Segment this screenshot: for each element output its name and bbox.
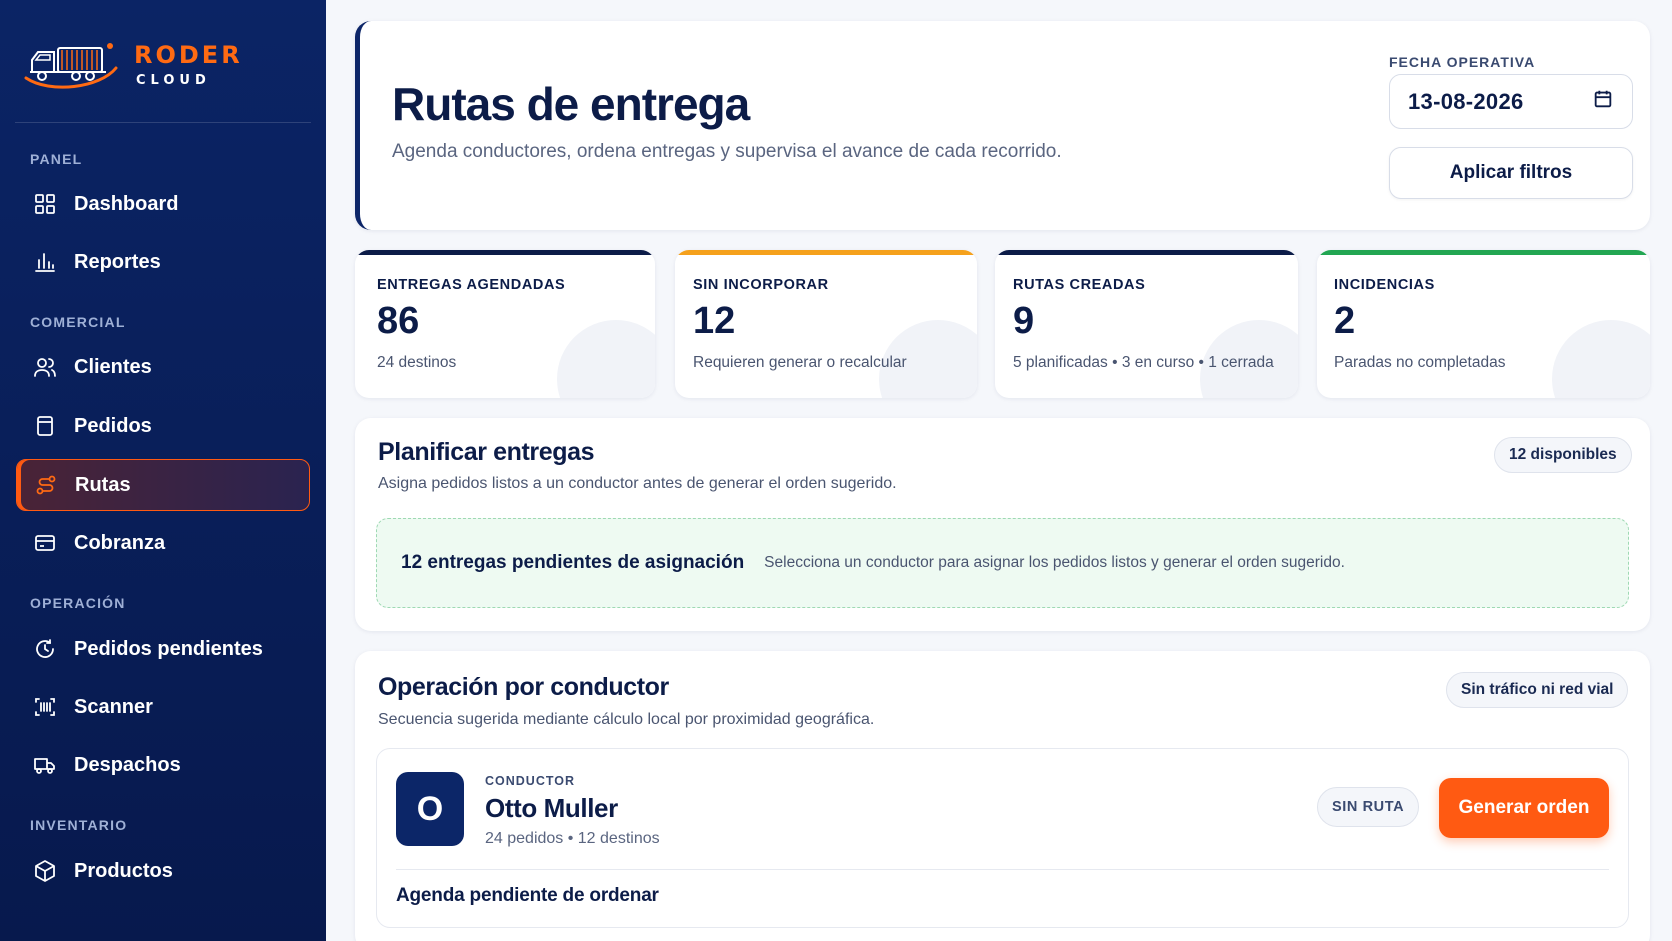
- stat-value: 9: [1013, 300, 1035, 342]
- bar-chart-icon: [32, 249, 58, 275]
- page-header: Rutas de entrega Agenda conductores, ord…: [355, 21, 1650, 230]
- brand-text: RODER CLOUD: [134, 41, 243, 88]
- sidebar-item-despachos[interactable]: Despachos: [16, 739, 310, 791]
- page-subtitle: Agenda conductores, ordena entregas y su…: [392, 141, 1062, 162]
- available-badge: 12 disponibles: [1494, 437, 1632, 473]
- driver-role: CONDUCTOR: [485, 774, 576, 788]
- plan-subtitle: Asigna pedidos listos a un conductor ant…: [378, 475, 897, 492]
- operation-title: Operación por conductor: [378, 673, 669, 701]
- clock-icon: [32, 636, 58, 662]
- brand-name: RODER: [134, 40, 243, 69]
- section-inventario: INVENTARIO: [30, 817, 128, 833]
- apply-filters-button[interactable]: Aplicar filtros: [1389, 147, 1633, 199]
- sidebar-item-rutas[interactable]: Rutas: [16, 459, 310, 511]
- brand-logo[interactable]: RODER CLOUD: [20, 38, 243, 90]
- sidebar: RODER CLOUD PANEL Dashboard Reportes COM…: [0, 0, 326, 941]
- section-panel: PANEL: [30, 151, 83, 167]
- pending-assignment-box: 12 entregas pendientes de asignación Sel…: [376, 518, 1629, 608]
- wallet-icon: [32, 530, 58, 556]
- agenda-title: Agenda pendiente de ordenar: [396, 885, 659, 906]
- sidebar-item-dashboard[interactable]: Dashboard: [16, 178, 310, 230]
- stat-sub: Requieren generar o recalcular: [693, 354, 907, 371]
- divider: [15, 122, 311, 123]
- box-icon: [32, 858, 58, 884]
- section-operacion: OPERACIÓN: [30, 595, 126, 611]
- sidebar-item-pedidos[interactable]: Pedidos: [16, 400, 310, 452]
- sidebar-item-label: Dashboard: [74, 192, 179, 215]
- date-value: 13-08-2026: [1408, 88, 1524, 114]
- sidebar-item-label: Scanner: [74, 695, 153, 718]
- plan-title: Planificar entregas: [378, 438, 595, 466]
- stat-label: INCIDENCIAS: [1334, 277, 1435, 293]
- sidebar-item-label: Pedidos pendientes: [74, 637, 263, 660]
- operation-subtitle: Secuencia sugerida mediante cálculo loca…: [378, 711, 875, 728]
- stat-card-entregas: ENTREGAS AGENDADAS 86 24 destinos: [355, 250, 655, 398]
- decorative-circle: [557, 320, 655, 398]
- operation-section: Operación por conductor Secuencia sugeri…: [355, 651, 1650, 941]
- stat-value: 12: [693, 300, 736, 342]
- stat-sub: 24 destinos: [377, 354, 457, 371]
- stat-topbar: [355, 250, 655, 255]
- pending-title: 12 entregas pendientes de asignación: [401, 552, 745, 573]
- sidebar-item-label: Cobranza: [74, 531, 166, 554]
- clipboard-icon: [32, 413, 58, 439]
- stat-label: SIN INCORPORAR: [693, 277, 829, 293]
- users-icon: [32, 354, 58, 380]
- sidebar-item-pedidos-pendientes[interactable]: Pedidos pendientes: [16, 623, 310, 675]
- sidebar-item-label: Rutas: [75, 473, 131, 496]
- stat-card-rutas-creadas: RUTAS CREADAS 9 5 planificadas • 3 en cu…: [995, 250, 1298, 398]
- sidebar-item-label: Clientes: [74, 355, 152, 378]
- stat-value: 2: [1334, 300, 1356, 342]
- stat-label: ENTREGAS AGENDADAS: [377, 277, 566, 293]
- driver-meta: 24 pedidos • 12 destinos: [485, 830, 660, 847]
- truck-logo-icon: [24, 43, 118, 89]
- sidebar-item-label: Reportes: [74, 250, 161, 273]
- driver-card: O CONDUCTOR Otto Muller 24 pedidos • 12 …: [376, 748, 1629, 928]
- sidebar-item-label: Despachos: [74, 753, 181, 776]
- sidebar-item-label: Pedidos: [74, 414, 152, 437]
- grid-icon: [32, 191, 58, 217]
- sidebar-item-productos[interactable]: Productos: [16, 845, 310, 897]
- calendar-icon[interactable]: [1592, 88, 1614, 115]
- avatar: O: [396, 772, 464, 846]
- stat-value: 86: [377, 300, 420, 342]
- stat-sub: 5 planificadas • 3 en curso • 1 cerrada: [1013, 354, 1274, 371]
- status-badge: SIN RUTA: [1317, 787, 1420, 827]
- sidebar-item-scanner[interactable]: Scanner: [16, 681, 310, 733]
- stat-card-incidencias: INCIDENCIAS 2 Paradas no completadas: [1317, 250, 1650, 398]
- stat-label: RUTAS CREADAS: [1013, 277, 1146, 293]
- date-label: FECHA OPERATIVA: [1389, 54, 1536, 70]
- stat-card-sin-incorporar: SIN INCORPORAR 12 Requieren generar o re…: [675, 250, 977, 398]
- generate-order-button[interactable]: Generar orden: [1439, 778, 1609, 838]
- stat-sub: Paradas no completadas: [1334, 354, 1506, 371]
- decorative-circle: [1552, 320, 1650, 398]
- scanner-icon: [32, 694, 58, 720]
- page-title: Rutas de entrega: [392, 78, 750, 130]
- driver-name: Otto Muller: [485, 793, 618, 823]
- sidebar-item-label: Productos: [74, 859, 173, 882]
- sidebar-item-clientes[interactable]: Clientes: [16, 341, 310, 393]
- route-icon: [33, 472, 59, 498]
- sidebar-item-cobranza[interactable]: Cobranza: [16, 517, 310, 569]
- stat-topbar: [675, 250, 977, 255]
- divider: [396, 869, 1609, 870]
- plan-section: Planificar entregas Asigna pedidos listo…: [355, 418, 1650, 631]
- sidebar-item-reportes[interactable]: Reportes: [16, 236, 310, 288]
- stat-topbar: [1317, 250, 1650, 255]
- stat-topbar: [995, 250, 1298, 255]
- brand-sub: CLOUD: [136, 72, 211, 88]
- section-comercial: COMERCIAL: [30, 314, 126, 330]
- traffic-badge: Sin tráfico ni red vial: [1446, 672, 1629, 708]
- truck-icon: [32, 752, 58, 778]
- date-input[interactable]: 13-08-2026: [1389, 74, 1633, 129]
- pending-text: Selecciona un conductor para asignar los…: [764, 554, 1345, 571]
